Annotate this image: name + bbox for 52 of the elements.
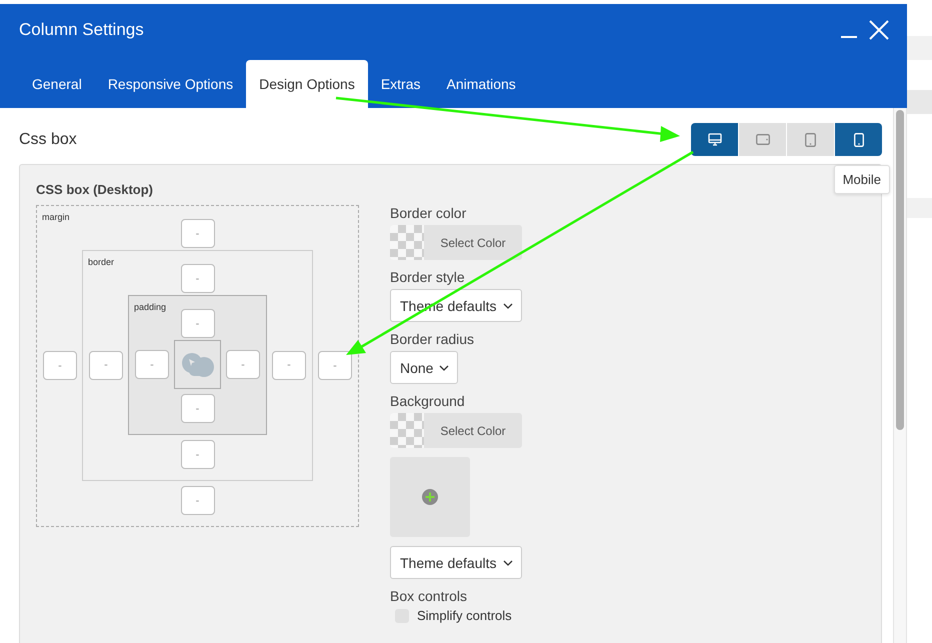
chevron-down-icon bbox=[502, 560, 512, 566]
value-field[interactable]: - bbox=[89, 350, 123, 380]
field-label: Border style bbox=[390, 269, 465, 285]
tab[interactable]: Animations bbox=[434, 60, 529, 108]
monitor-icon bbox=[708, 132, 722, 146]
color-picker[interactable]: Select Color bbox=[390, 413, 522, 448]
cloud-icon bbox=[180, 350, 214, 378]
area-label: margin bbox=[42, 212, 70, 222]
value-field[interactable]: - bbox=[226, 350, 260, 379]
dropdown[interactable]: None bbox=[390, 351, 458, 384]
color-picker[interactable]: Select Color bbox=[390, 225, 522, 260]
value-field[interactable]: - bbox=[43, 351, 77, 380]
value-field[interactable]: - bbox=[180, 309, 214, 338]
value-field[interactable]: - bbox=[135, 350, 169, 379]
field-label: Border color bbox=[390, 205, 466, 221]
chevron-down-icon bbox=[439, 364, 450, 370]
field-label: Box controls bbox=[390, 588, 468, 604]
tooltip: Mobile bbox=[834, 165, 890, 194]
tab[interactable]: Extras bbox=[368, 60, 434, 108]
field-label: Background bbox=[390, 393, 465, 409]
scrollbar[interactable] bbox=[893, 108, 907, 643]
device-button[interactable] bbox=[691, 123, 738, 156]
window-title: Column Settings bbox=[19, 20, 144, 40]
device-button[interactable] bbox=[835, 123, 882, 156]
panel-title: CSS box (Desktop) bbox=[36, 182, 154, 197]
minimize-icon[interactable] bbox=[841, 35, 857, 39]
value-field[interactable]: - bbox=[180, 440, 214, 469]
close-icon[interactable] bbox=[869, 20, 889, 40]
chevron-down-icon bbox=[502, 302, 512, 308]
add-icon bbox=[422, 489, 438, 505]
checkbox-label: Simplify controls bbox=[417, 608, 512, 623]
tablet-icon bbox=[756, 134, 770, 145]
value-field[interactable]: - bbox=[180, 264, 214, 293]
area-label: border bbox=[88, 257, 114, 267]
background-row bbox=[907, 90, 932, 114]
background-row bbox=[907, 36, 932, 60]
area-label: padding bbox=[134, 302, 166, 312]
tab[interactable]: Design Options bbox=[246, 60, 368, 108]
value-field[interactable]: - bbox=[180, 394, 214, 423]
dropdown[interactable]: Theme defaults bbox=[390, 546, 522, 579]
section-title: Css box bbox=[19, 130, 77, 148]
phone-icon bbox=[854, 132, 864, 146]
image-picker[interactable] bbox=[390, 457, 470, 537]
value-field[interactable]: - bbox=[180, 486, 214, 515]
tab[interactable]: General bbox=[19, 60, 95, 108]
value-field[interactable]: - bbox=[180, 219, 214, 248]
value-field[interactable]: - bbox=[272, 350, 306, 380]
tablet-icon bbox=[805, 132, 816, 146]
tab[interactable]: Responsive Options bbox=[94, 60, 246, 108]
field-label: Border radius bbox=[390, 331, 474, 347]
value-field[interactable]: - bbox=[318, 351, 352, 380]
background-row bbox=[907, 198, 932, 218]
